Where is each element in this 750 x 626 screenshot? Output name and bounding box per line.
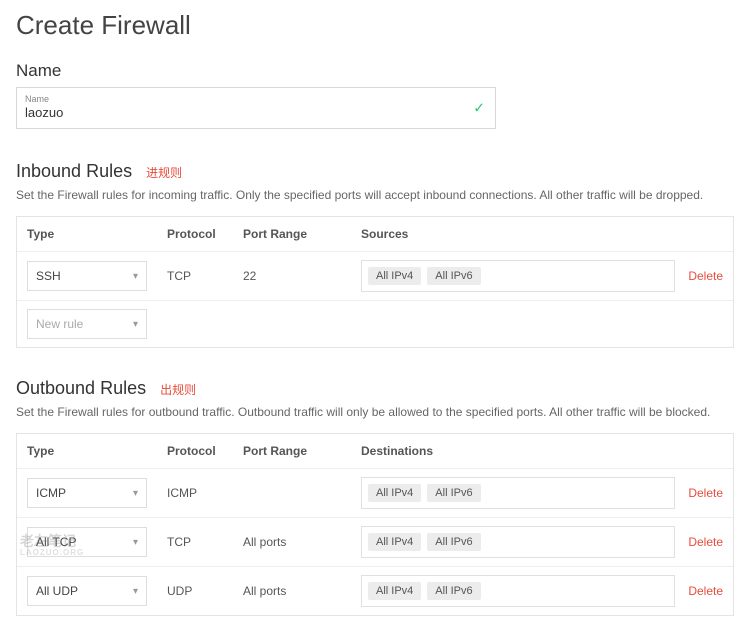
destination-tag[interactable]: All IPv6 bbox=[427, 484, 480, 502]
destinations-input[interactable]: All IPv4 All IPv6 bbox=[361, 526, 675, 558]
type-select[interactable]: ICMP ▾ bbox=[27, 478, 147, 508]
outbound-rules-title: Outbound Rules bbox=[16, 378, 146, 399]
name-section-label: Name bbox=[16, 61, 734, 81]
outbound-annotation: 出规则 bbox=[160, 381, 196, 398]
table-row: All UDP ▾ UDP All ports All IPv4 All IPv… bbox=[17, 566, 733, 615]
sources-input[interactable]: All IPv4 All IPv6 bbox=[361, 260, 675, 292]
col-destinations-header: Destinations bbox=[361, 444, 675, 458]
protocol-value: TCP bbox=[167, 535, 243, 549]
name-field-tiny-label: Name bbox=[25, 94, 487, 104]
inbound-annotation: 进规则 bbox=[146, 164, 182, 181]
type-select[interactable]: SSH ▾ bbox=[27, 261, 147, 291]
inbound-rules-table: Type Protocol Port Range Sources SSH ▾ T… bbox=[16, 216, 734, 348]
table-row: ICMP ▾ ICMP All IPv4 All IPv6 Delete bbox=[17, 468, 733, 517]
inbound-rules-title: Inbound Rules bbox=[16, 161, 132, 182]
source-tag[interactable]: All IPv6 bbox=[427, 267, 480, 285]
col-type-header: Type bbox=[27, 444, 167, 458]
chevron-down-icon: ▾ bbox=[133, 586, 138, 597]
delete-button[interactable]: Delete bbox=[688, 584, 723, 598]
destination-tag[interactable]: All IPv4 bbox=[368, 484, 421, 502]
new-rule-select[interactable]: New rule ▾ bbox=[27, 309, 147, 339]
source-tag[interactable]: All IPv4 bbox=[368, 267, 421, 285]
delete-button[interactable]: Delete bbox=[688, 535, 723, 549]
col-portrange-header: Port Range bbox=[243, 444, 361, 458]
type-select[interactable]: All TCP ▾ bbox=[27, 527, 147, 557]
type-select-value: All UDP bbox=[36, 584, 78, 598]
outbound-table-header: Type Protocol Port Range Destinations bbox=[17, 434, 733, 468]
col-portrange-header: Port Range bbox=[243, 227, 361, 241]
table-row: New rule ▾ bbox=[17, 300, 733, 347]
chevron-down-icon: ▾ bbox=[133, 319, 138, 330]
new-rule-placeholder: New rule bbox=[36, 317, 83, 331]
portrange-value: All ports bbox=[243, 535, 361, 549]
type-select-value: ICMP bbox=[36, 486, 66, 500]
destination-tag[interactable]: All IPv6 bbox=[427, 533, 480, 551]
protocol-value: TCP bbox=[167, 269, 243, 283]
protocol-value: UDP bbox=[167, 584, 243, 598]
inbound-table-header: Type Protocol Port Range Sources bbox=[17, 217, 733, 251]
check-icon: ✓ bbox=[473, 100, 485, 117]
name-input[interactable] bbox=[25, 105, 465, 120]
portrange-value: All ports bbox=[243, 584, 361, 598]
inbound-description: Set the Firewall rules for incoming traf… bbox=[16, 188, 734, 202]
table-row: All TCP ▾ TCP All ports All IPv4 All IPv… bbox=[17, 517, 733, 566]
name-input-container[interactable]: Name ✓ bbox=[16, 87, 496, 129]
col-protocol-header: Protocol bbox=[167, 444, 243, 458]
destination-tag[interactable]: All IPv6 bbox=[427, 582, 480, 600]
portrange-value: 22 bbox=[243, 269, 361, 283]
destination-tag[interactable]: All IPv4 bbox=[368, 582, 421, 600]
delete-button[interactable]: Delete bbox=[688, 486, 723, 500]
destination-tag[interactable]: All IPv4 bbox=[368, 533, 421, 551]
chevron-down-icon: ▾ bbox=[133, 488, 138, 499]
outbound-rules-table: Type Protocol Port Range Destinations IC… bbox=[16, 433, 734, 616]
destinations-input[interactable]: All IPv4 All IPv6 bbox=[361, 575, 675, 607]
destinations-input[interactable]: All IPv4 All IPv6 bbox=[361, 477, 675, 509]
col-type-header: Type bbox=[27, 227, 167, 241]
chevron-down-icon: ▾ bbox=[133, 537, 138, 548]
page-title: Create Firewall bbox=[16, 10, 734, 41]
table-row: SSH ▾ TCP 22 All IPv4 All IPv6 Delete bbox=[17, 251, 733, 300]
chevron-down-icon: ▾ bbox=[133, 271, 138, 282]
type-select-value: SSH bbox=[36, 269, 61, 283]
delete-button[interactable]: Delete bbox=[688, 269, 723, 283]
type-select-value: All TCP bbox=[36, 535, 76, 549]
protocol-value: ICMP bbox=[167, 486, 243, 500]
outbound-description: Set the Firewall rules for outbound traf… bbox=[16, 405, 734, 419]
col-protocol-header: Protocol bbox=[167, 227, 243, 241]
col-sources-header: Sources bbox=[361, 227, 675, 241]
type-select[interactable]: All UDP ▾ bbox=[27, 576, 147, 606]
